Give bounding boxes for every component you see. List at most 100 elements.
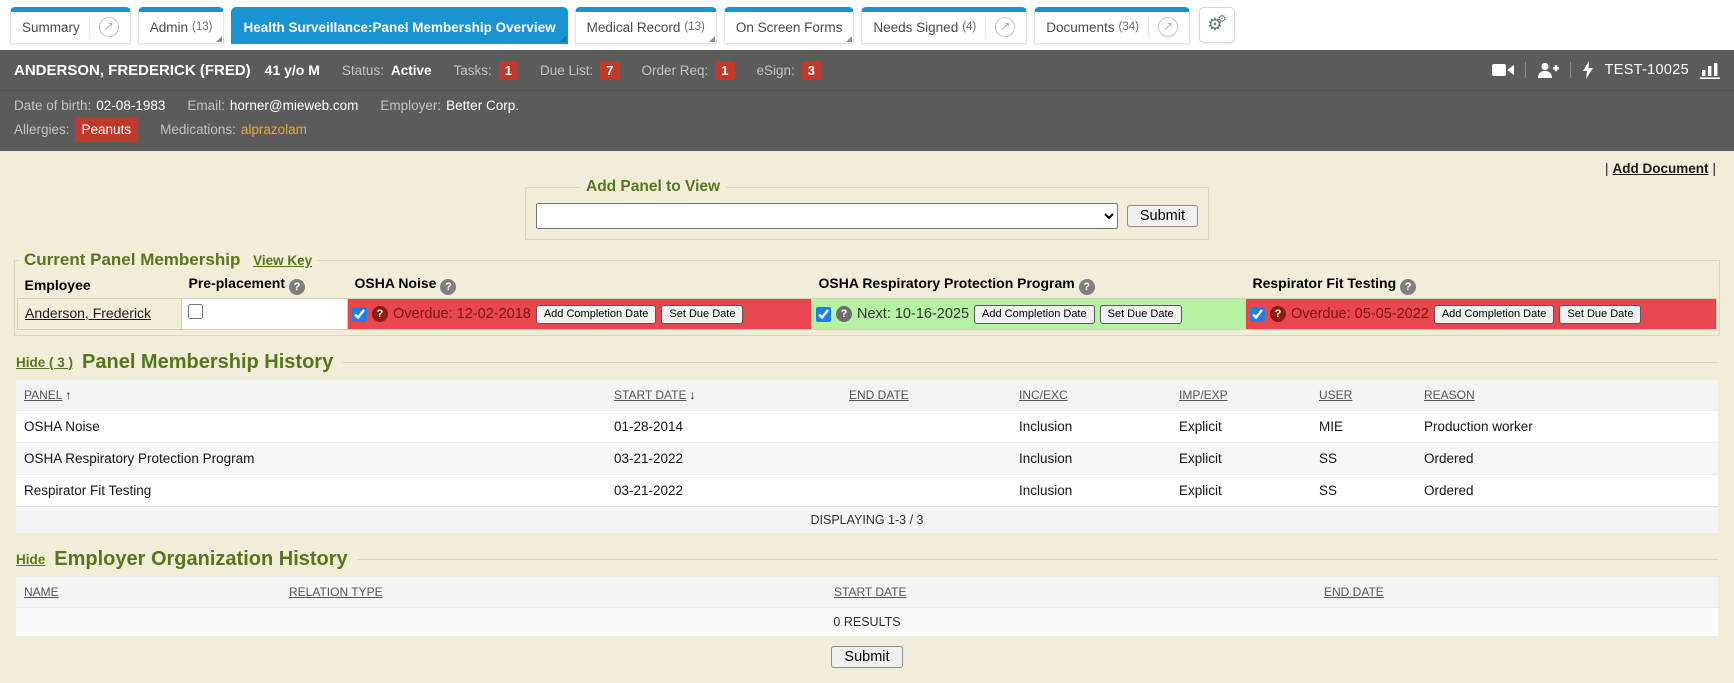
help-icon[interactable]: ? <box>1400 279 1416 295</box>
tab-count: (4) <box>962 21 976 33</box>
current-panel-membership-title: Current Panel Membership <box>24 250 240 269</box>
tab-documents[interactable]: Documents (34) ↗ <box>1034 7 1190 44</box>
allergy-badge[interactable]: Peanuts <box>75 117 139 142</box>
help-icon[interactable]: ? <box>372 306 388 322</box>
sort-reason[interactable]: REASON <box>1424 388 1475 402</box>
help-icon[interactable]: ? <box>1270 306 1286 322</box>
help-icon[interactable]: ? <box>289 279 305 295</box>
video-camera-icon[interactable] <box>1492 63 1514 77</box>
osha-respiratory-checkbox[interactable] <box>816 307 831 322</box>
sort-panel[interactable]: PANEL <box>24 388 62 402</box>
add-person-icon[interactable] <box>1537 62 1559 78</box>
sort-desc-icon: ↓ <box>689 388 695 402</box>
chart-id: TEST-10025 <box>1605 62 1689 78</box>
status-value: Active <box>391 63 432 78</box>
order-req-count-badge[interactable]: 1 <box>715 61 734 80</box>
employer-history-hide-link[interactable]: Hide <box>16 552 45 567</box>
tab-count: (13) <box>684 21 704 33</box>
panel-history-table: PANEL↑ START DATE↓ END DATE INC/EXC IMP/… <box>16 380 1718 533</box>
add-panel-submit-button[interactable]: Submit <box>1127 205 1198 227</box>
col-preplacement: Pre-placement? <box>182 272 348 299</box>
tab-label: Health Surveillance:Panel Membership Ove… <box>243 20 555 35</box>
patient-age-sex: 41 y/o M <box>265 62 320 78</box>
employee-link[interactable]: Anderson, Frederick <box>25 305 151 321</box>
tab-medical-record[interactable]: Medical Record (13) <box>575 7 717 44</box>
help-icon[interactable]: ? <box>1079 279 1095 295</box>
tab-summary[interactable]: Summary ↗ <box>10 7 131 44</box>
table-footer: DISPLAYING 1-3 / 3 <box>16 507 1718 534</box>
osha-noise-status: Overdue: 12-02-2018 <box>393 306 531 322</box>
bar-chart-icon[interactable] <box>1700 62 1720 79</box>
panel-history-title: Panel Membership History <box>82 351 333 374</box>
tab-health-surveillance-panel-membership[interactable]: Health Surveillance:Panel Membership Ove… <box>231 7 567 44</box>
lightning-icon[interactable] <box>1582 61 1594 79</box>
divider <box>357 559 1718 560</box>
tab-count: (34) <box>1119 21 1139 33</box>
help-icon[interactable]: ? <box>836 306 852 322</box>
dob-value: 02-08-1983 <box>96 94 165 117</box>
popout-icon[interactable]: ↗ <box>995 17 1015 37</box>
sort-inc-exc[interactable]: INC/EXC <box>1019 388 1068 402</box>
patient-name: ANDERSON, FREDERICK (FRED) <box>14 62 251 79</box>
tab-on-screen-forms[interactable]: On Screen Forms <box>724 7 855 44</box>
sort-start-date[interactable]: START DATE <box>614 388 686 402</box>
sort-name[interactable]: NAME <box>24 585 59 599</box>
sort-end-date[interactable]: END DATE <box>849 388 909 402</box>
tab-needs-signed[interactable]: Needs Signed (4) ↗ <box>861 7 1027 44</box>
add-completion-date-button[interactable]: Add Completion Date <box>536 305 657 324</box>
view-key-link[interactable]: View Key <box>253 253 312 268</box>
tab-label: Needs Signed <box>873 20 958 35</box>
help-icon[interactable]: ? <box>440 279 456 295</box>
submit-button[interactable]: Submit <box>831 646 902 668</box>
sort-user[interactable]: USER <box>1319 388 1352 402</box>
osha-noise-checkbox[interactable] <box>352 307 367 322</box>
tab-bar: Summary ↗ Admin (13) Health Surveillance… <box>0 0 1734 50</box>
tasks-count-badge[interactable]: 1 <box>499 61 518 80</box>
medication-value[interactable]: alprazolam <box>241 118 307 141</box>
sort-start-date[interactable]: START DATE <box>834 585 906 599</box>
preplacement-cell <box>182 299 348 330</box>
set-due-date-button[interactable]: Set Due Date <box>1559 305 1641 324</box>
add-completion-date-button[interactable]: Add Completion Date <box>974 305 1095 324</box>
dob-label: Date of birth: <box>14 94 91 117</box>
employer-history-table: NAME RELATION TYPE START DATE END DATE 0… <box>16 577 1718 636</box>
settings-gear-button[interactable]: ⚙ ⚙ <box>1199 7 1235 43</box>
table-row: OSHA Noise 01-28-2014 Inclusion Explicit… <box>16 411 1718 443</box>
add-completion-date-button[interactable]: Add Completion Date <box>1434 305 1555 324</box>
popout-icon[interactable]: ↗ <box>99 17 119 37</box>
set-due-date-button[interactable]: Set Due Date <box>661 305 743 324</box>
divider <box>1570 62 1571 78</box>
esign-label: eSign: <box>757 63 795 78</box>
employer-value: Better Corp. <box>446 94 519 117</box>
current-panel-membership-table: Employee Pre-placement? OSHA Noise? OSHA… <box>17 272 1717 330</box>
respirator-fit-checkbox[interactable] <box>1250 307 1265 322</box>
col-employee: Employee <box>18 272 182 299</box>
esign-count-badge[interactable]: 3 <box>802 61 821 80</box>
displaying-count: DISPLAYING 1-3 / 3 <box>16 507 1718 534</box>
add-panel-fieldset: Add Panel to View Submit <box>525 178 1209 240</box>
preplacement-checkbox[interactable] <box>188 304 203 319</box>
tab-label: On Screen Forms <box>736 20 843 35</box>
sort-asc-icon: ↑ <box>65 388 71 402</box>
patient-details: Date of birth: 02-08-1983 Email: horner@… <box>0 90 1734 151</box>
set-due-date-button[interactable]: Set Due Date <box>1100 305 1182 324</box>
form-submit-row: Submit <box>0 646 1734 668</box>
sort-imp-exp[interactable]: IMP/EXP <box>1179 388 1228 402</box>
panel-history-hide-link[interactable]: Hide ( 3 ) <box>16 355 73 370</box>
tab-admin[interactable]: Admin (13) <box>138 7 225 44</box>
allergies-label: Allergies: <box>14 118 70 141</box>
divider <box>342 362 1718 363</box>
employee-cell: Anderson, Frederick <box>18 299 182 330</box>
medications-label: Medications: <box>160 118 236 141</box>
patient-header-bar: ANDERSON, FREDERICK (FRED) 41 y/o M Stat… <box>0 50 1734 90</box>
results-count: 0 RESULTS <box>16 608 1718 637</box>
sort-relation-type[interactable]: RELATION TYPE <box>289 585 383 599</box>
respirator-fit-status: Overdue: 05-05-2022 <box>1291 306 1429 322</box>
email-value: horner@mieweb.com <box>230 94 359 117</box>
sort-end-date[interactable]: END DATE <box>1324 585 1384 599</box>
popout-icon[interactable]: ↗ <box>1158 17 1178 37</box>
add-panel-select[interactable] <box>536 203 1118 229</box>
employer-history-heading: Hide Employer Organization History <box>16 548 1718 571</box>
add-document-link[interactable]: Add Document <box>1612 161 1708 176</box>
due-list-count-badge[interactable]: 7 <box>600 61 619 80</box>
